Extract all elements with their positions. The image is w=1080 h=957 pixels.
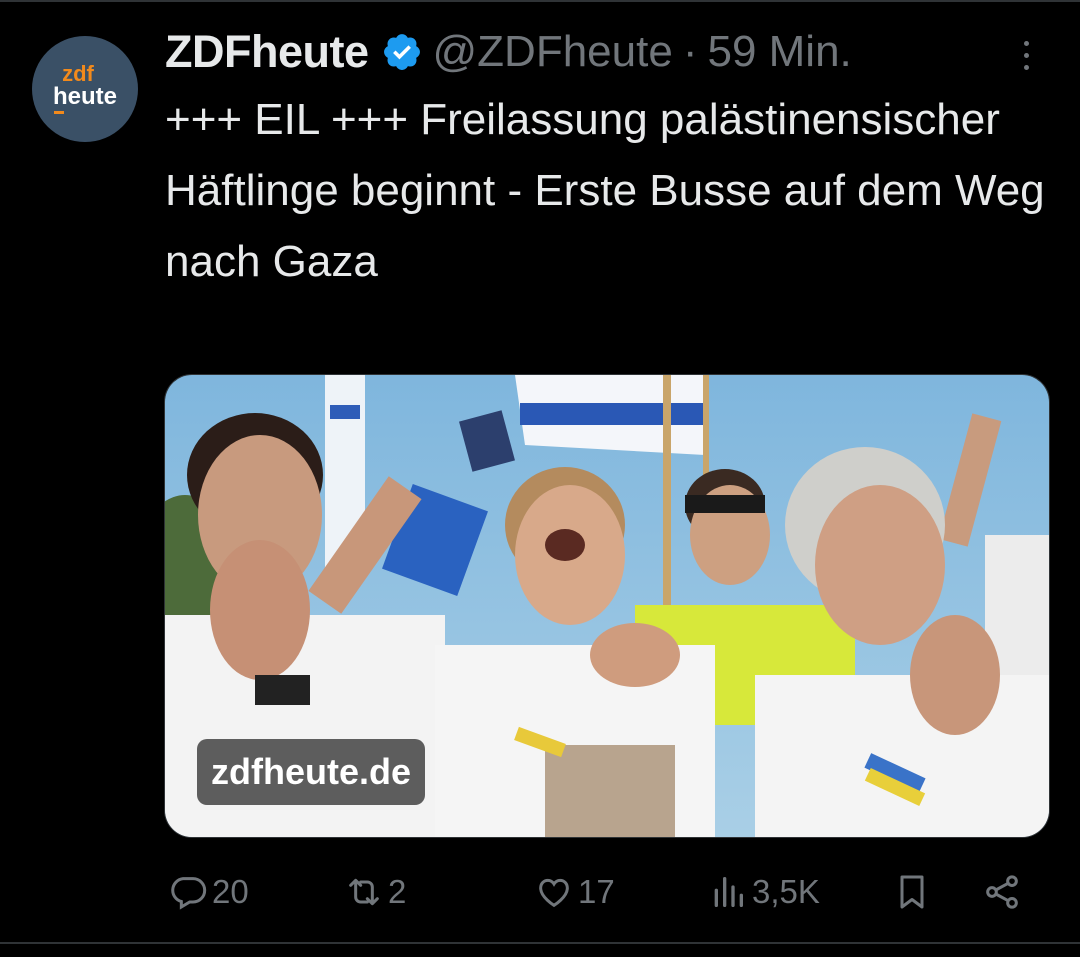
avatar-logo-line1: zdf [62, 61, 94, 86]
tweet-actions: 20 2 17 3,5K [0, 860, 1080, 924]
reply-icon [171, 877, 207, 910]
reply-button[interactable]: 20 [168, 860, 249, 924]
handle[interactable]: @ZDFheute [433, 27, 673, 77]
bottom-divider [0, 942, 1080, 944]
share-button[interactable] [982, 860, 1022, 924]
avatar[interactable]: zdf heute [32, 36, 138, 142]
timestamp[interactable]: 59 Min. [707, 27, 851, 77]
bookmark-icon [900, 875, 924, 909]
repost-button[interactable]: 2 [344, 860, 406, 924]
views-count: 3,5K [752, 873, 820, 910]
avatar-logo-line2: heute [52, 83, 117, 110]
bookmark-button[interactable] [892, 860, 932, 924]
media-source-badge: zdfheute.de [197, 739, 426, 805]
repost-count: 2 [388, 873, 407, 910]
display-name[interactable]: ZDFheute [165, 26, 369, 78]
reply-count: 20 [212, 873, 249, 910]
more-icon[interactable] [1016, 34, 1036, 78]
repost-icon [349, 878, 379, 906]
tweet-text: +++ EIL +++ Freilassung palästinensische… [165, 95, 1045, 286]
verified-badge-icon[interactable] [381, 31, 423, 73]
views-icon [714, 877, 743, 907]
tweet-media[interactable]: zdfheute.de [164, 374, 1050, 838]
avatar-logo-accent [54, 111, 64, 114]
top-divider [0, 0, 1080, 2]
like-button[interactable]: 17 [534, 860, 615, 924]
tweet-header: ZDFheute @ZDFheute · 59 Min. [165, 22, 852, 82]
views-button[interactable]: 3,5K [708, 860, 820, 924]
separator: · [682, 27, 698, 76]
heart-icon [539, 878, 569, 908]
like-count: 17 [578, 873, 615, 910]
share-icon [986, 875, 1018, 909]
